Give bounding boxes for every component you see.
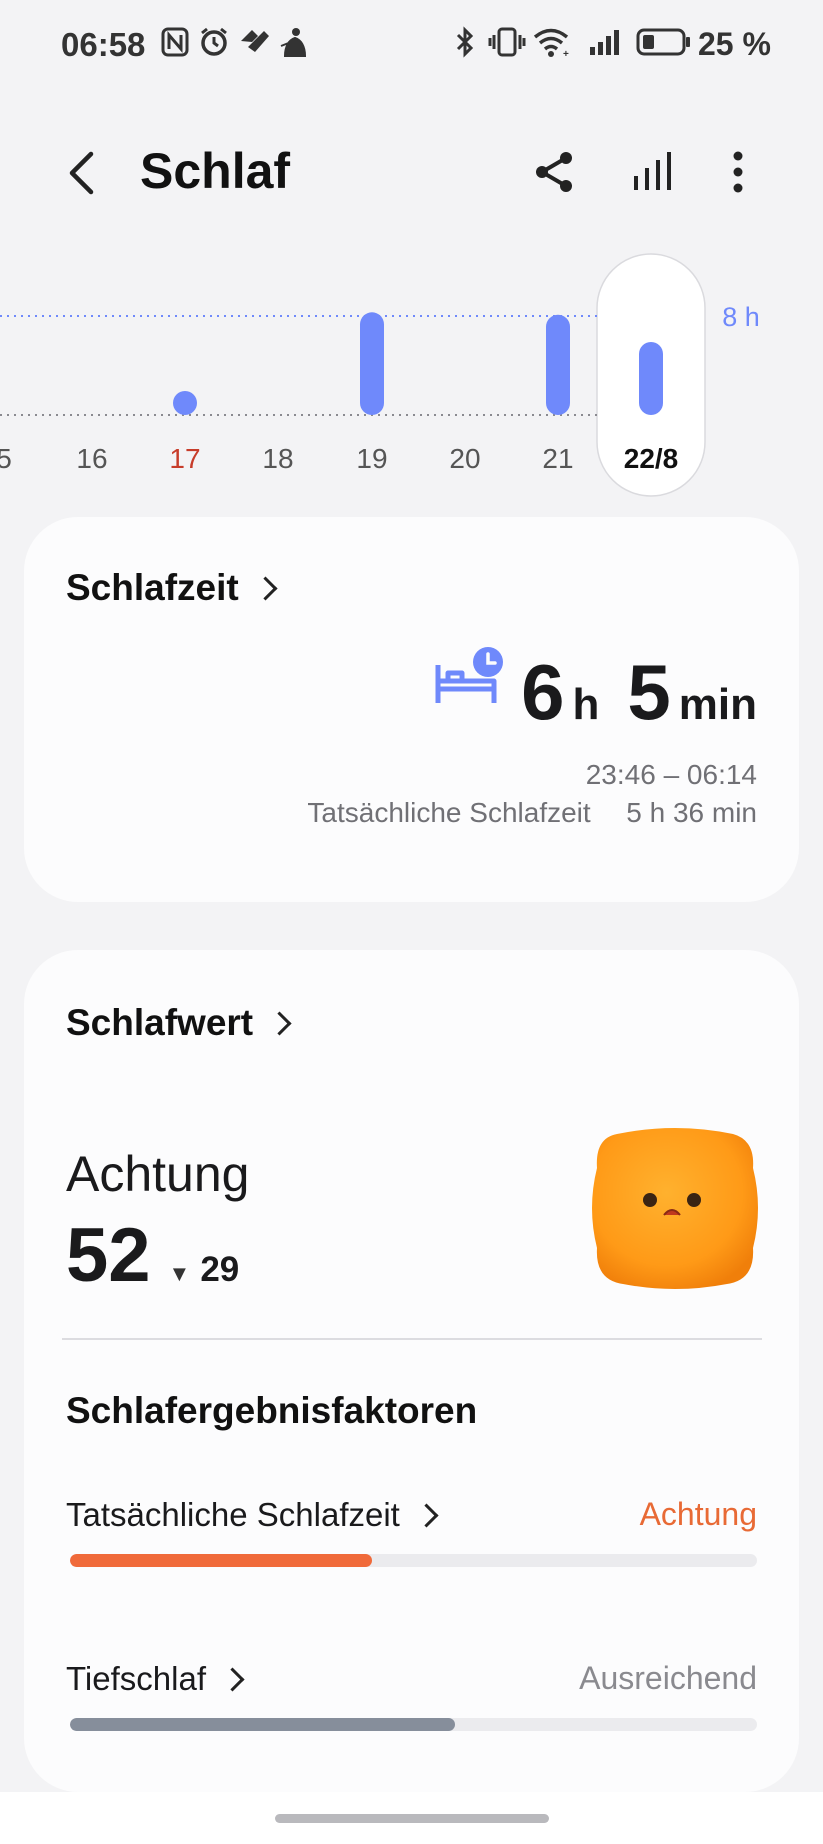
chevron-right-icon <box>414 1502 439 1528</box>
sleep-score-title-label: Schlafwert <box>66 1002 254 1043</box>
sleep-bar[interactable] <box>639 341 663 415</box>
sleep-duration: 6 h 5 min <box>521 647 757 738</box>
chevron-right-icon <box>267 1010 292 1036</box>
heart-icon <box>238 24 272 60</box>
back-button[interactable] <box>58 148 108 198</box>
factor-status: Achtung <box>639 1496 757 1532</box>
factor-label: Tatsächliche Schlafzeit <box>66 1496 400 1533</box>
signal-icon <box>588 24 624 60</box>
sleep-chart[interactable]: 8 h 5 16 17 18 19 20 21 22/8 <box>0 250 823 500</box>
chevron-left-icon <box>69 151 94 195</box>
down-triangle-icon: ▼ <box>168 1261 191 1286</box>
actual-sleep-label: Tatsächliche Schlafzeit <box>307 797 591 828</box>
factor-bar-fill <box>70 1554 373 1567</box>
factor-bar-fill <box>70 1718 455 1731</box>
sleep-time-title[interactable]: Schlafzeit <box>66 567 278 609</box>
home-indicator[interactable] <box>275 1814 549 1823</box>
app-header: Schlaf <box>0 120 823 220</box>
day-tick-label[interactable]: 22/8 <box>624 443 679 474</box>
sleep-range: 23:46 – 06:14 <box>585 759 757 790</box>
svg-text:+: + <box>563 49 569 58</box>
battery-percent: 25 % <box>698 26 771 62</box>
score-diff: 29 <box>200 1250 240 1289</box>
sleep-score-title[interactable]: Schlafwert <box>66 1002 292 1044</box>
factor-deep-sleep[interactable]: Tiefschlaf <box>66 1660 245 1698</box>
trends-button[interactable] <box>624 144 680 200</box>
sleep-minutes-unit: min <box>678 680 757 729</box>
chart-icon <box>634 152 671 190</box>
clock: 06:58 <box>61 26 146 63</box>
score-line: 52 ▼ 29 <box>66 1212 239 1299</box>
shealth-icon <box>278 24 310 60</box>
factor-bar-track <box>70 1554 757 1567</box>
sleep-hours-unit: h <box>572 680 600 729</box>
share-icon <box>536 152 572 192</box>
factor-label: Tiefschlaf <box>66 1660 206 1697</box>
nfc-icon <box>160 24 190 60</box>
sleep-bar[interactable] <box>546 314 570 415</box>
share-button[interactable] <box>527 144 583 200</box>
bluetooth-icon <box>453 24 477 60</box>
actual-sleep-row: Tatsächliche Schlafzeit 5 h 36 min <box>307 797 757 829</box>
divider <box>62 1338 762 1340</box>
page-title: Schlaf <box>140 143 291 199</box>
day-tick-label[interactable]: 18 <box>262 443 293 474</box>
bed-clock-icon <box>435 647 503 703</box>
day-tick-label[interactable]: 16 <box>76 443 107 474</box>
sleep-chart-svg: 8 h 5 16 17 18 19 20 21 22/8 <box>0 253 760 497</box>
score-value: 52 <box>66 1213 151 1298</box>
sleep-hours: 6 <box>521 648 565 736</box>
chevron-right-icon <box>220 1666 245 1692</box>
sleep-score-card[interactable]: Schlafwert Achtung 52 ▼ 29 Schlafergebni… <box>24 950 799 1792</box>
reference-line-label: 8 h <box>722 302 760 332</box>
vibrate-icon <box>487 24 527 60</box>
factor-bar-track <box>70 1718 757 1731</box>
day-tick-label[interactable]: 5 <box>0 443 12 474</box>
more-options-button[interactable] <box>710 144 766 200</box>
day-tick-label[interactable]: 19 <box>356 443 387 474</box>
more-icon <box>733 151 743 193</box>
chevron-right-icon <box>253 575 278 601</box>
sleep-bar[interactable] <box>360 312 384 415</box>
day-tick-label[interactable]: 20 <box>449 443 480 474</box>
wifi-icon: + <box>533 24 573 60</box>
day-tick-label[interactable]: 21 <box>542 443 573 474</box>
score-status: Achtung <box>66 1146 250 1202</box>
sleep-bar[interactable] <box>173 391 197 415</box>
mascot-image <box>592 1128 758 1289</box>
factor-status: Ausreichend <box>579 1660 757 1696</box>
day-tick-label[interactable]: 17 <box>169 443 200 474</box>
sleep-time-title-label: Schlafzeit <box>66 567 239 608</box>
actual-sleep-value: 5 h 36 min <box>626 797 757 828</box>
alarm-icon <box>198 24 230 60</box>
sleep-minutes: 5 <box>627 648 671 736</box>
battery-icon <box>636 24 692 60</box>
factors-title: Schlafergebnisfaktoren <box>66 1390 478 1431</box>
status-bar: 06:58 + 25 % <box>0 0 823 90</box>
factor-actual-sleep[interactable]: Tatsächliche Schlafzeit <box>66 1496 439 1534</box>
sleep-time-card[interactable]: Schlafzeit 6 h 5 min 23:46 – 06:14 Tatsä… <box>24 517 799 902</box>
